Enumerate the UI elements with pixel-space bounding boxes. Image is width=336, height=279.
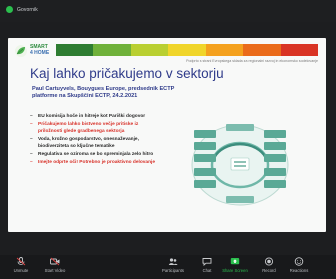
speaker-name: Govornik [17,6,38,13]
smart-4-home-logo: SMART 4 HOME [14,44,56,58]
bullet-item: EU komisija hoče in hitreje kot Pariški … [30,114,160,121]
slide-tagline: Podprto s strani Evropskega sklada za re… [186,59,318,63]
participants-button[interactable]: Participants [156,257,190,277]
share-screen-icon [230,258,240,265]
color-bar-segment [130,44,169,56]
toolbar-button-label: Start Video [44,268,66,273]
logo-text: SMART 4 HOME [30,44,50,56]
toolbar-button-label: Record [262,268,276,273]
color-bar-segment [205,44,244,56]
bullet-item: Voda, krožno gospodarstvo, onesnaževanje… [30,137,160,150]
logo-line-2: 4 HOME [30,49,50,56]
color-bar-segment [280,44,318,56]
bullet-item: Imejte odprte oči! Potrebno je proaktivn… [30,160,160,167]
slide-subtitle: Paul Cartuyvels, Bouygues Europe, predse… [32,86,175,100]
active-speaker-indicator: Govornik [6,6,38,13]
color-bar-segment [243,44,281,56]
top-bar: Govornik [0,0,336,22]
participants-icon [168,258,178,265]
toolbar-button-label: Share Screen [222,268,248,273]
record-button[interactable]: Record [252,257,286,277]
microphone-icon [16,257,26,266]
toolbar-button-label: Reactions [289,268,309,273]
circular-economy-diagram [191,124,289,206]
color-bar-segment [168,44,206,56]
record-icon [264,257,274,266]
toolbar-button-label: Participants [162,268,184,273]
toolbar-button-label: Chat [202,268,212,273]
unmute-button[interactable]: Unmute [4,257,38,277]
meeting-toolbar: Unmute Start Video Participants Chat Share S… [0,255,336,279]
energy-color-bars [56,44,318,56]
reactions-button[interactable]: Reactions [282,257,316,277]
bullet-list: EU komisija hoče in hitreje kot Pariški … [30,114,160,169]
color-bar-segment [93,44,131,56]
chat-icon [202,258,212,266]
reactions-icon [294,257,304,266]
slide-title: Kaj lahko pričakujemo v sektorju [30,66,224,81]
leaf-icon [15,45,27,57]
shared-slide: SMART 4 HOME Podprto s strani Evropskega… [8,38,326,232]
bullet-item: Regulativa se oziroma se bo spreminjala … [30,152,160,159]
color-bar-segment [56,44,94,56]
speaking-icon [6,6,13,13]
start-video-button[interactable]: Start Video [38,257,72,277]
share-screen-button[interactable]: Share Screen [218,257,252,277]
bullet-item: Pričakujemo lahko bistveno večje pritisk… [30,122,160,135]
toolbar-button-label: Unmute [13,268,29,273]
zoom-meeting-window: Govornik SMART 4 HOME Podprto s strani E… [0,0,336,279]
video-camera-icon [50,257,60,266]
